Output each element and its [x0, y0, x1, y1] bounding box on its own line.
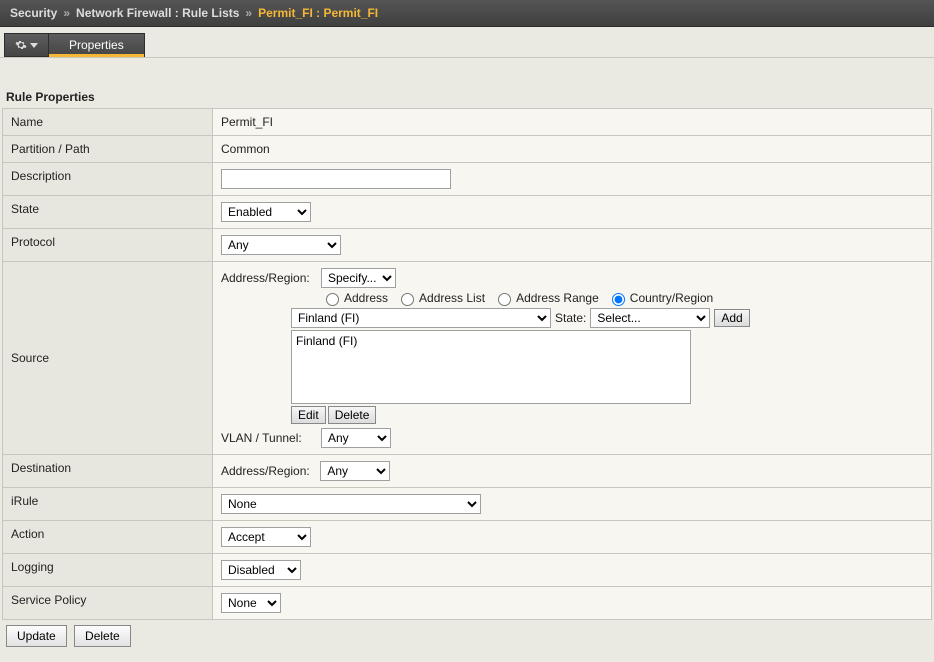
- label-action: Action: [3, 521, 213, 554]
- chevron-down-icon: [30, 43, 38, 48]
- radio-address-list[interactable]: [401, 293, 414, 306]
- tab-label: Properties: [69, 38, 124, 52]
- update-button[interactable]: Update: [6, 625, 67, 647]
- breadcrumb-root[interactable]: Security: [10, 6, 57, 20]
- protocol-select[interactable]: Any: [221, 235, 341, 255]
- src-addr-region-label: Address/Region:: [221, 271, 317, 285]
- state-field-select[interactable]: Select...: [590, 308, 710, 328]
- label-irule: iRule: [3, 488, 213, 521]
- rule-properties-table: Name Permit_FI Partition / Path Common D…: [2, 108, 932, 620]
- service-policy-select[interactable]: None: [221, 593, 281, 613]
- dest-addr-region-label: Address/Region:: [221, 464, 317, 478]
- breadcrumb: Security » Network Firewall : Rule Lists…: [0, 0, 934, 27]
- radio-address-range-label: Address Range: [516, 291, 599, 305]
- radio-country-region-label: Country/Region: [630, 291, 713, 305]
- state-select[interactable]: Enabled: [221, 202, 311, 222]
- label-destination: Destination: [3, 455, 213, 488]
- label-description: Description: [3, 163, 213, 196]
- toolbar: Properties: [0, 27, 934, 58]
- src-addr-region-select[interactable]: Specify...: [321, 268, 396, 288]
- radio-country-region[interactable]: [612, 293, 625, 306]
- radio-address[interactable]: [326, 293, 339, 306]
- action-select[interactable]: Accept: [221, 527, 311, 547]
- irule-select[interactable]: None: [221, 494, 481, 514]
- value-partition: Common: [213, 136, 932, 163]
- breadcrumb-mid[interactable]: Network Firewall : Rule Lists: [76, 6, 239, 20]
- label-name: Name: [3, 109, 213, 136]
- breadcrumb-sep: »: [63, 6, 70, 20]
- label-protocol: Protocol: [3, 229, 213, 262]
- breadcrumb-sep: »: [245, 6, 252, 20]
- edit-button[interactable]: Edit: [291, 406, 326, 424]
- vlan-label: VLAN / Tunnel:: [221, 431, 317, 445]
- add-button[interactable]: Add: [714, 309, 749, 327]
- radio-address-range[interactable]: [498, 293, 511, 306]
- label-state: State: [3, 196, 213, 229]
- settings-menu[interactable]: [4, 33, 49, 57]
- delete-button[interactable]: Delete: [328, 406, 377, 424]
- logging-select[interactable]: Disabled: [221, 560, 301, 580]
- content: Rule Properties Name Permit_FI Partition…: [0, 58, 934, 662]
- label-logging: Logging: [3, 554, 213, 587]
- footer: Update Delete: [2, 620, 932, 652]
- source-listbox[interactable]: Finland (FI): [291, 330, 691, 404]
- label-partition: Partition / Path: [3, 136, 213, 163]
- label-source: Source: [3, 262, 213, 455]
- vlan-select[interactable]: Any: [321, 428, 391, 448]
- radio-address-label: Address: [344, 291, 388, 305]
- country-select[interactable]: Finland (FI): [291, 308, 551, 328]
- dest-addr-region-select[interactable]: Any: [320, 461, 390, 481]
- gear-icon: [15, 39, 27, 51]
- description-input[interactable]: [221, 169, 451, 189]
- src-type-radios: Address Address List Address Range Count…: [321, 290, 923, 306]
- footer-delete-button[interactable]: Delete: [74, 625, 131, 647]
- section-title: Rule Properties: [2, 62, 932, 108]
- breadcrumb-leaf: Permit_FI : Permit_FI: [258, 6, 378, 20]
- radio-address-list-label: Address List: [419, 291, 485, 305]
- state-field-label: State:: [555, 311, 586, 325]
- tab-properties[interactable]: Properties: [49, 33, 145, 57]
- value-name: Permit_FI: [213, 109, 932, 136]
- label-service-policy: Service Policy: [3, 587, 213, 620]
